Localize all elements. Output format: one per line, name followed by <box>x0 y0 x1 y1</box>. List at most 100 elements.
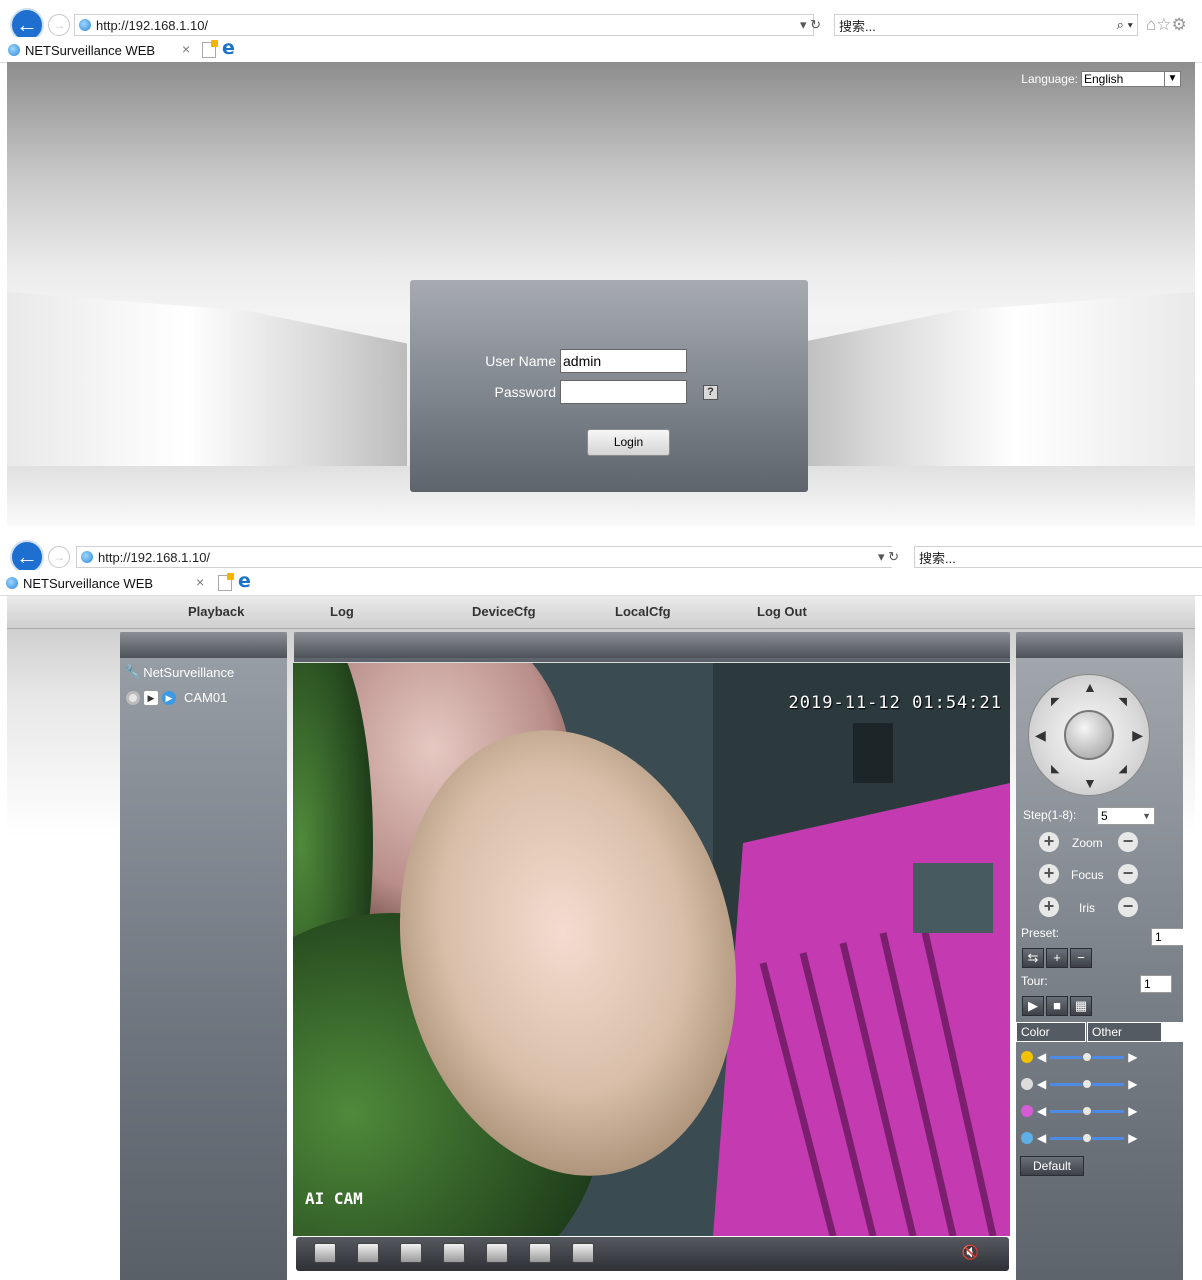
slider-decrease-icon[interactable]: ◀ <box>1037 1050 1046 1064</box>
nav-playback[interactable]: Playback <box>188 604 244 619</box>
arrow-up-icon[interactable]: ▲ <box>1083 679 1097 695</box>
slider-contrast[interactable]: ◀ ▶ <box>1021 1077 1137 1091</box>
tour-play-icon[interactable]: ▶ <box>1022 996 1044 1016</box>
ptz-center-button[interactable] <box>1064 710 1114 760</box>
password-input[interactable] <box>560 380 687 404</box>
nav-logout[interactable]: Log Out <box>757 604 807 619</box>
preset-input[interactable]: 1 <box>1151 928 1183 946</box>
video-timestamp: 2019-11-12 01:54:21 <box>788 693 1002 713</box>
focus-out-icon[interactable]: − <box>1118 864 1138 884</box>
slider-knob[interactable] <box>1082 1105 1093 1116</box>
nav-devicecfg[interactable]: DeviceCfg <box>472 604 536 619</box>
stop-all-icon[interactable] <box>443 1243 465 1263</box>
slider-saturation[interactable]: ◀ ▶ <box>1021 1104 1137 1118</box>
tour-grid-icon[interactable]: ▦ <box>1070 996 1092 1016</box>
play-all-icon[interactable] <box>400 1243 422 1263</box>
address-bar-2: ← → http://192.168.1.10/ ▾ ↻ 搜索... <box>0 540 1202 574</box>
slider-knob[interactable] <box>1082 1078 1093 1089</box>
tab-other[interactable]: Other <box>1087 1022 1162 1042</box>
saturation-icon <box>1021 1105 1033 1117</box>
ie-page-icon <box>81 551 93 563</box>
slider-track[interactable] <box>1050 1105 1125 1116</box>
preset-add-icon[interactable]: + <box>1046 948 1068 968</box>
stream-icon[interactable]: ▶ <box>162 690 176 705</box>
ie-logo-icon[interactable]: e <box>222 37 235 59</box>
fullscreen-icon[interactable] <box>314 1243 336 1263</box>
arrow-right-icon[interactable]: ▶ <box>1132 727 1143 744</box>
tab-netsurveillance[interactable]: NETSurveillance WEB <box>6 570 153 596</box>
iris-close-icon[interactable]: − <box>1118 897 1138 917</box>
close-tab-icon[interactable]: × <box>182 41 190 57</box>
url-field[interactable]: http://192.168.1.10/ <box>76 546 892 568</box>
slider-increase-icon[interactable]: ▶ <box>1128 1104 1137 1118</box>
slider-track[interactable] <box>1050 1051 1125 1062</box>
language-select[interactable]: English ▼ <box>1081 71 1181 87</box>
search-placeholder: 搜索... <box>839 18 876 34</box>
slider-increase-icon[interactable]: ▶ <box>1128 1077 1137 1091</box>
slider-decrease-icon[interactable]: ◀ <box>1037 1077 1046 1091</box>
slider-knob[interactable] <box>1082 1051 1093 1062</box>
arrow-down-right-icon[interactable]: ◢ <box>1119 762 1127 775</box>
refresh-icon[interactable]: ▾ ↻ <box>878 549 899 565</box>
record-stop-icon[interactable] <box>572 1243 594 1263</box>
slider-knob[interactable] <box>1082 1132 1093 1143</box>
login-panel: User Name admin Password ? Login <box>410 280 808 492</box>
preset-goto-icon[interactable]: ⇆ <box>1022 948 1044 968</box>
preset-remove-icon[interactable]: − <box>1070 948 1092 968</box>
default-button[interactable]: Default <box>1020 1156 1084 1176</box>
snapshot-icon[interactable] <box>486 1243 508 1263</box>
refresh-icon[interactable]: ▾ ↻ <box>800 17 821 33</box>
mute-icon[interactable]: 🔇 <box>962 1244 979 1261</box>
window-icon[interactable] <box>357 1243 379 1263</box>
login-button[interactable]: Login <box>587 429 670 456</box>
username-input[interactable]: admin <box>560 349 687 373</box>
back-arrow-icon[interactable]: ← <box>10 540 44 574</box>
url-field[interactable]: http://192.168.1.10/ <box>74 14 814 36</box>
help-icon[interactable]: ? <box>703 385 718 400</box>
slider-decrease-icon[interactable]: ◀ <box>1037 1131 1046 1145</box>
search-input[interactable]: 搜索... <box>914 546 1202 568</box>
zoom-out-icon[interactable]: − <box>1118 832 1138 852</box>
zoom-in-icon[interactable]: + <box>1039 832 1059 852</box>
slider-track[interactable] <box>1050 1132 1125 1143</box>
search-icon[interactable]: ⌕ ▾ <box>1117 17 1133 33</box>
play-icon[interactable]: ▶ <box>144 690 158 705</box>
slider-track[interactable] <box>1050 1078 1125 1089</box>
tour-stop-icon[interactable]: ■ <box>1046 996 1068 1016</box>
slider-brightness[interactable]: ◀ ▶ <box>1021 1050 1137 1064</box>
forward-arrow-icon[interactable]: → <box>48 546 70 568</box>
focus-in-icon[interactable]: + <box>1039 864 1059 884</box>
record-start-icon[interactable] <box>529 1243 551 1263</box>
close-tab-icon[interactable]: × <box>196 574 204 590</box>
slider-increase-icon[interactable]: ▶ <box>1128 1050 1137 1064</box>
nav-localcfg[interactable]: LocalCfg <box>615 604 671 619</box>
nav-log[interactable]: Log <box>330 604 354 619</box>
tab-color[interactable]: Color <box>1016 1022 1086 1042</box>
arrow-up-left-icon[interactable]: ◤ <box>1051 695 1059 708</box>
home-star-gear-icons[interactable]: ⌂☆⚙ <box>1146 15 1187 35</box>
arrow-up-right-icon[interactable]: ◥ <box>1119 695 1127 708</box>
tab-netsurveillance[interactable]: NETSurveillance WEB <box>8 37 155 63</box>
slider-decrease-icon[interactable]: ◀ <box>1037 1104 1046 1118</box>
record-icon[interactable] <box>126 690 140 705</box>
video-feed[interactable]: 2019-11-12 01:54:21 AI CAM <box>293 663 1010 1236</box>
wrench-icon: 🔧 <box>124 664 141 679</box>
ptz-direction-pad[interactable]: ▲ ▼ ◀ ▶ ◤ ◥ ◣ ◢ <box>1028 674 1150 796</box>
slider-hue[interactable]: ◀ ▶ <box>1021 1131 1137 1145</box>
step-select[interactable]: 5 ▼ <box>1097 807 1155 825</box>
arrow-down-icon[interactable]: ▼ <box>1083 775 1097 791</box>
tour-input[interactable]: 1 <box>1140 975 1172 993</box>
password-row: Password <box>410 380 687 404</box>
new-tab-icon[interactable] <box>202 40 218 58</box>
slider-increase-icon[interactable]: ▶ <box>1128 1131 1137 1145</box>
ie-logo-icon[interactable]: e <box>238 570 251 592</box>
search-input[interactable]: 搜索... ⌕ ▾ <box>834 14 1138 36</box>
iris-open-icon[interactable]: + <box>1039 897 1059 917</box>
arrow-left-icon[interactable]: ◀ <box>1035 727 1046 744</box>
forward-arrow-icon[interactable]: → <box>48 14 70 36</box>
tree-camera-row[interactable]: ▶ ▶ CAM01 <box>126 690 227 705</box>
arrow-down-left-icon[interactable]: ◣ <box>1051 762 1059 775</box>
tree-root[interactable]: 🔧 NetSurveillance <box>124 664 234 680</box>
new-tab-icon[interactable] <box>218 573 234 591</box>
device-tree-panel: 🔧 NetSurveillance ▶ ▶ CAM01 <box>120 632 287 1280</box>
